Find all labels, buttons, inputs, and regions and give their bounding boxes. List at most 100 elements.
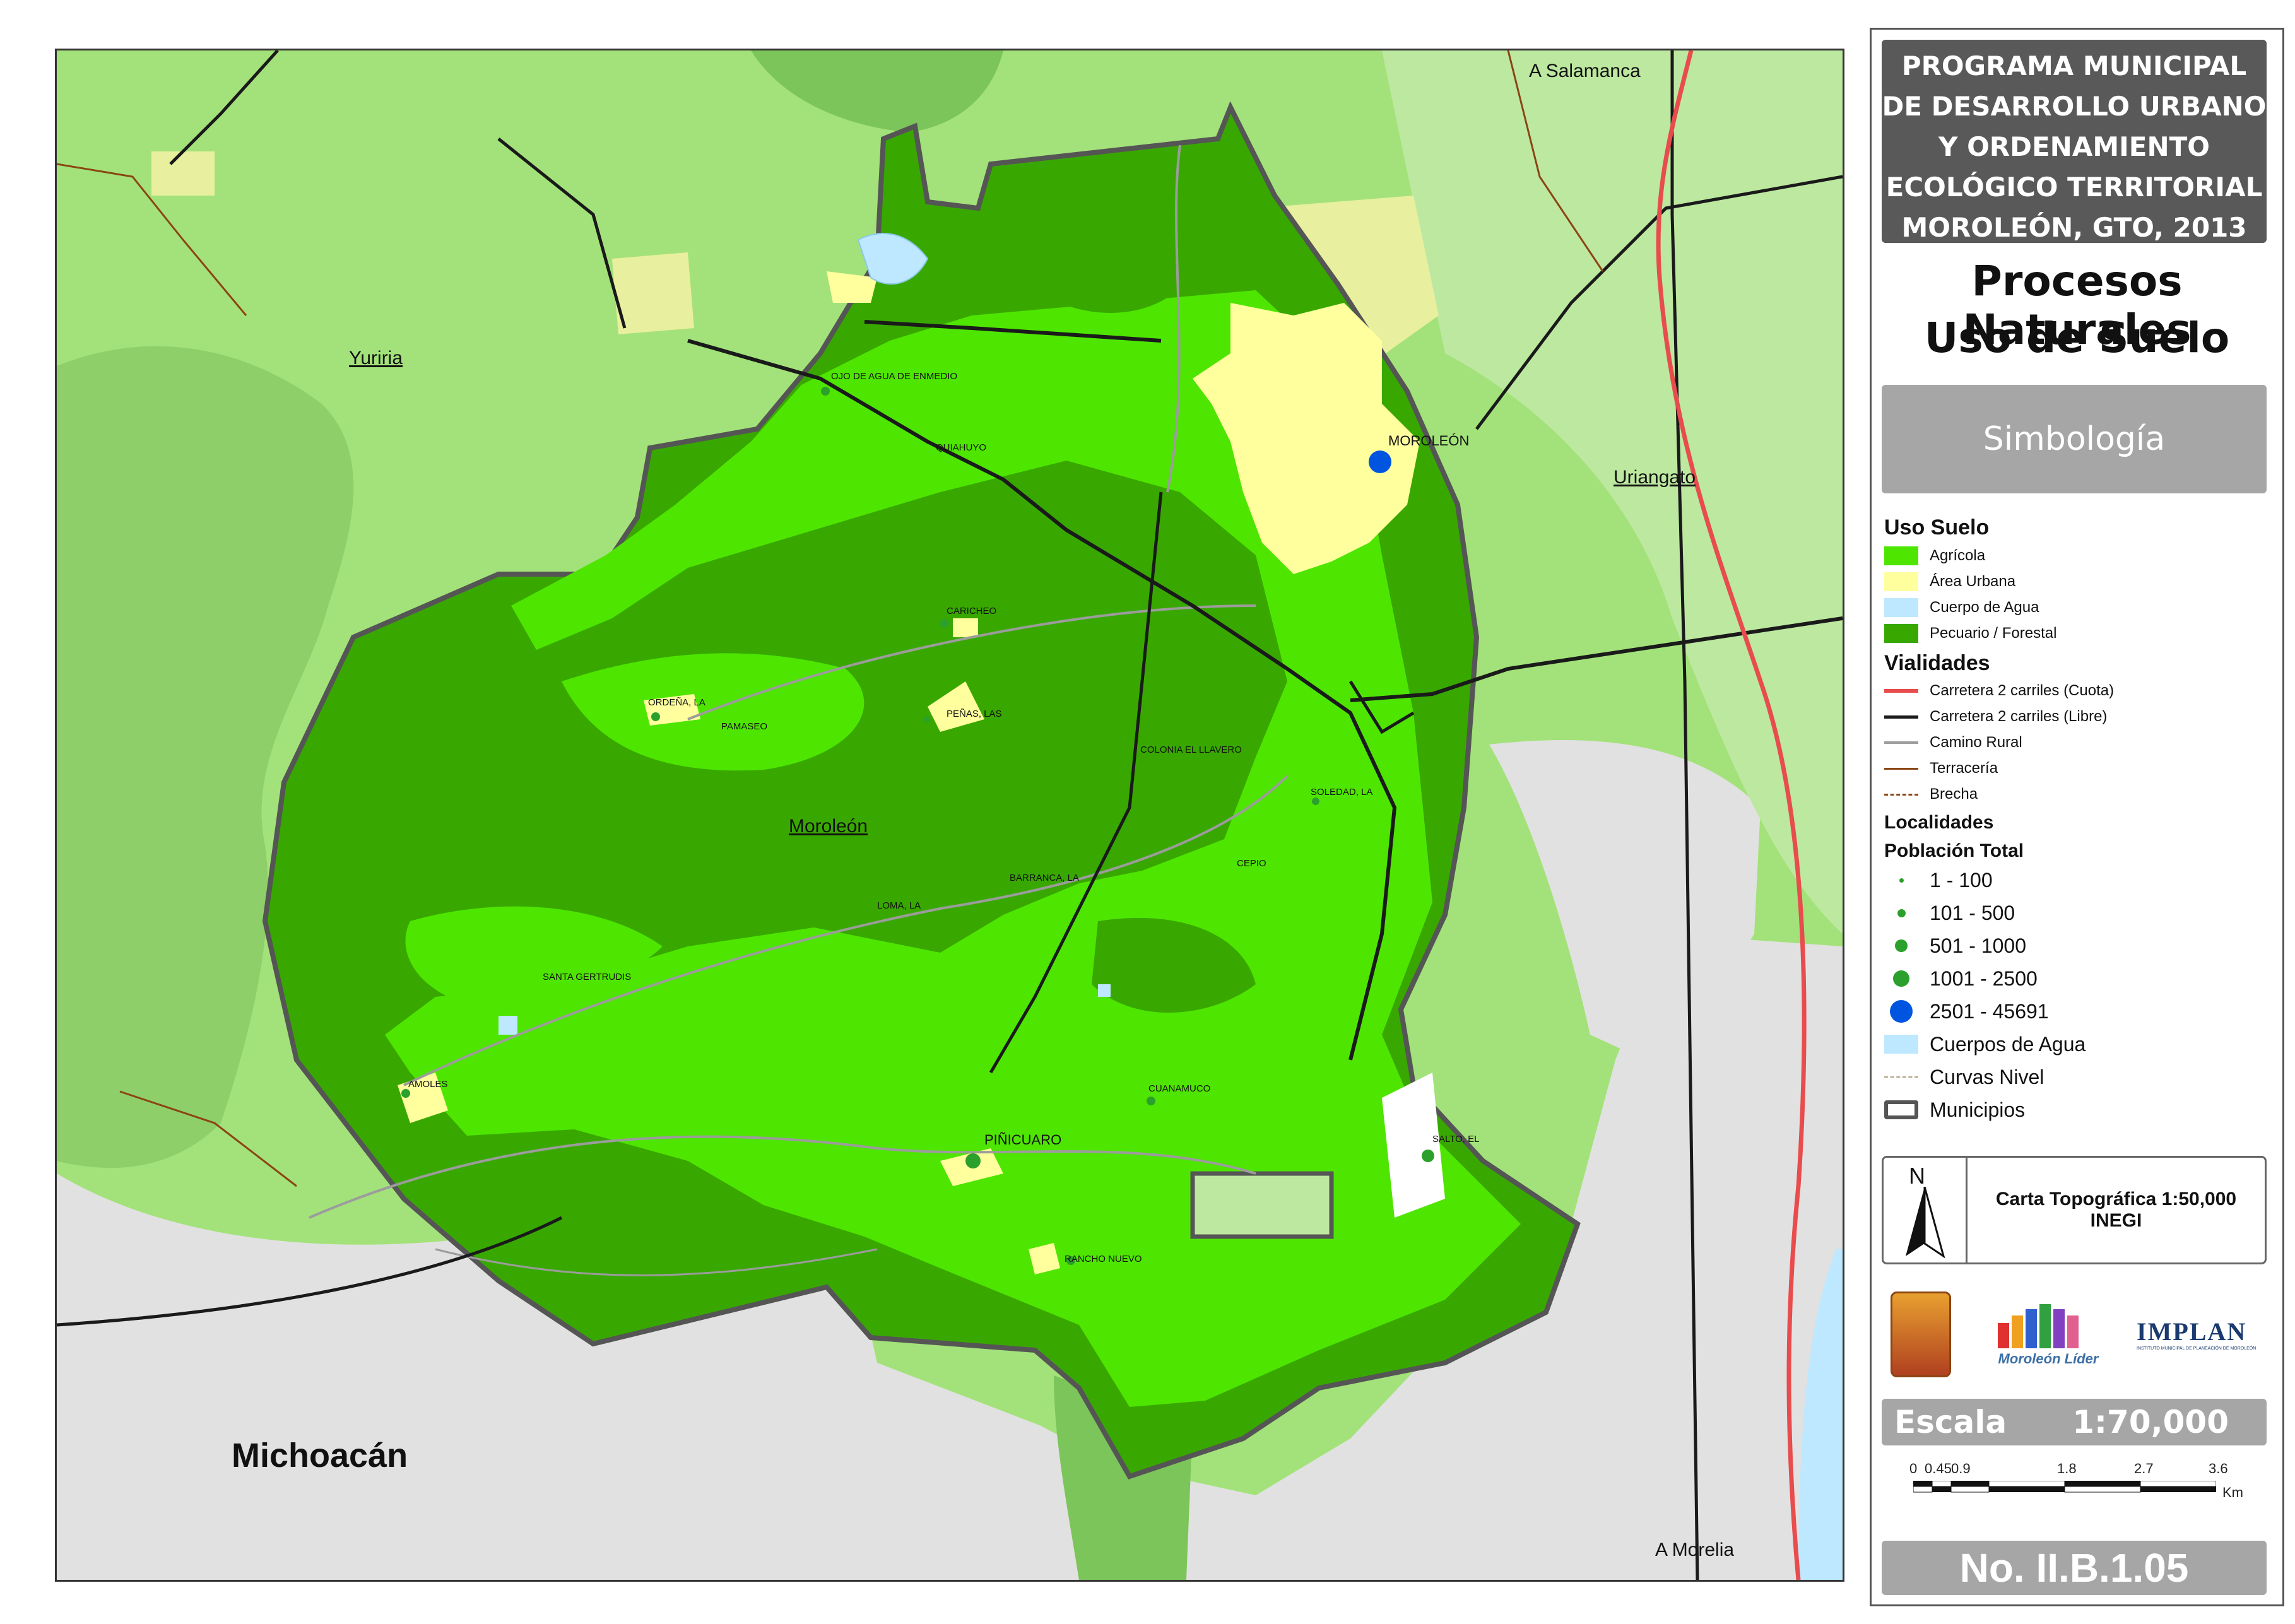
locality-label: SOLEDAD, LA	[1311, 787, 1373, 797]
penas-dot[interactable]	[924, 716, 930, 722]
map-frame[interactable]: Yuriria Uriangato Moroleón Michoacán A S…	[55, 49, 1844, 1582]
legend-panel: PROGRAMA MUNICIPAL DE DESARROLLO URBANO …	[1870, 28, 2284, 1606]
moroleon-lider-graphic-icon	[1998, 1304, 2079, 1348]
scale-tick: 3.6	[2209, 1461, 2228, 1476]
legend-item-pop-3: 501 - 1000	[1884, 933, 2026, 958]
salto-dot[interactable]	[1422, 1150, 1434, 1162]
pop-dot	[1899, 878, 1904, 883]
moroleon-lider-text: Moroleón Líder	[1998, 1351, 2099, 1367]
ojo-agua-dot[interactable]	[821, 387, 830, 396]
moroleon-locality-dot[interactable]	[1369, 450, 1391, 473]
legend-item-curvas: Curvas Nivel	[1884, 1064, 2044, 1090]
line-swatch	[1884, 741, 1918, 744]
escala-label: Escala	[1894, 1404, 2007, 1440]
locality-label: CARICHEO	[947, 606, 997, 616]
locality-label: COLONIA EL LLAVERO	[1140, 744, 1242, 755]
scale-tick: 0	[1909, 1461, 1918, 1476]
locality-label: QUIAHUYO	[936, 442, 987, 453]
map-canvas[interactable]	[57, 50, 1843, 1580]
locality-label: CUANAMUCO	[1148, 1083, 1211, 1094]
locality-label: RANCHO NUEVO	[1065, 1254, 1142, 1264]
locality-label: ORDEÑA, LA	[648, 697, 705, 708]
locality-label: AMOLES	[408, 1079, 448, 1090]
north-arrow-icon	[1906, 1187, 1945, 1259]
scale-bar-graphic	[1913, 1481, 2216, 1493]
label-a-morelia: A Morelia	[1655, 1539, 1735, 1560]
locality-label: MOROLEÓN	[1388, 433, 1470, 449]
simbologia-header: Simbología	[1882, 385, 2267, 493]
map-subtitle-2: Uso de Suelo	[1924, 314, 2230, 362]
cuanamuco-dot[interactable]	[1147, 1097, 1155, 1105]
legend-item-terraceria: Terracería	[1884, 756, 1998, 781]
locality-label: BARRANCA, LA	[1010, 873, 1080, 883]
swatch	[1884, 572, 1918, 591]
legend-item-urbana: Área Urbana	[1884, 569, 2015, 594]
legend-item-cuota: Carretera 2 carriles (Cuota)	[1884, 678, 2114, 703]
program-title-line: MOROLEÓN, GTO, 2013	[1901, 212, 2247, 243]
escala-value: 1:70,000	[2072, 1404, 2229, 1440]
rural-urban-patch	[151, 151, 215, 196]
pinicuaro-dot[interactable]	[965, 1153, 981, 1168]
ordena-dot[interactable]	[651, 712, 660, 721]
swatch	[1884, 624, 1918, 643]
carta-box: N Carta Topográfica 1:50,000 INEGI	[1882, 1156, 2267, 1264]
moroleon-lider-logo: Moroleón Líder	[1985, 1298, 2111, 1374]
scale-tick: 1.8	[2057, 1461, 2077, 1476]
soledad-dot[interactable]	[1312, 797, 1319, 805]
label-michoacan: Michoacán	[232, 1437, 408, 1474]
legend-item-pecuario: Pecuario / Forestal	[1884, 621, 2056, 646]
scale-unit: Km	[2222, 1485, 2243, 1500]
scale-bar	[1913, 1474, 2216, 1500]
pop-dot	[1890, 1000, 1913, 1023]
implan-text: IMPLAN	[2137, 1317, 2247, 1346]
pop-dot	[1897, 909, 1906, 917]
carta-line-2: INEGI	[2090, 1210, 2142, 1231]
caricheo-dot[interactable]	[940, 619, 949, 628]
scale-tick: 0.45	[1925, 1461, 1952, 1476]
line-swatch	[1884, 689, 1918, 693]
legend-item-municipios: Municipios	[1884, 1097, 2025, 1122]
escala-box: Escala 1:70,000	[1882, 1399, 2267, 1445]
legend-item-agua: Cuerpo de Agua	[1884, 595, 2039, 620]
locality-label: SALTO, EL	[1432, 1134, 1480, 1144]
locality-label: PAMASEO	[721, 721, 768, 732]
label-uriangato: Uriangato	[1614, 467, 1696, 488]
pop-dot	[1893, 970, 1909, 987]
legend-item-pop-5: 2501 - 45691	[1884, 999, 2049, 1024]
legend-subheading-poblacion: Población Total	[1884, 840, 2024, 861]
label-moroleon-municipality: Moroleón	[789, 816, 868, 837]
scale-tick: 0.9	[1951, 1461, 1971, 1476]
implan-subtext: INSTITUTO MUNICIPAL DE PLANEACIÓN DE MOR…	[2137, 1346, 2257, 1351]
legend-item-rural: Camino Rural	[1884, 730, 2022, 755]
plate-number: No. II.B.1.05	[1882, 1541, 2267, 1595]
locality-label: SANTA GERTRUDIS	[543, 972, 632, 982]
pop-dot	[1895, 939, 1908, 952]
legend-item-agricola: Agrícola	[1884, 543, 1985, 568]
swatch	[1884, 1100, 1918, 1119]
swatch	[1884, 1035, 1918, 1054]
legend-heading-uso-suelo: Uso Suelo	[1884, 515, 1990, 539]
program-title-line: Y ORDENAMIENTO	[1938, 131, 2210, 162]
north-label: N	[1909, 1163, 1925, 1189]
legend-item-libre: Carretera 2 carriles (Libre)	[1884, 704, 2107, 729]
legend-item-pop-2: 101 - 500	[1884, 900, 2015, 926]
locality-label: PEÑAS, LAS	[947, 709, 1002, 719]
program-title-line: ECOLÓGICO TERRITORIAL	[1885, 172, 2263, 203]
coat-of-arms-logo	[1891, 1292, 1951, 1377]
swatch	[1884, 598, 1918, 617]
carta-text: Carta Topográfica 1:50,000 INEGI	[1966, 1158, 2265, 1262]
locality-label: OJO DE AGUA DE ENMEDIO	[831, 371, 958, 382]
carta-line-1: Carta Topográfica 1:50,000	[1995, 1189, 2237, 1209]
line-swatch	[1884, 767, 1918, 770]
legend-item-cuerpos-agua: Cuerpos de Agua	[1884, 1032, 2086, 1057]
line-swatch	[1884, 1076, 1918, 1078]
locality-label: LOMA, LA	[877, 900, 921, 911]
program-title-box: PROGRAMA MUNICIPAL DE DESARROLLO URBANO …	[1882, 40, 2267, 243]
legend-item-brecha: Brecha	[1884, 782, 1978, 807]
legend-heading-vialidades: Vialidades	[1884, 651, 1990, 675]
bordo-cuanamuco	[1098, 984, 1111, 997]
enclave-area	[1190, 1171, 1334, 1239]
amoles-dot[interactable]	[401, 1089, 410, 1098]
line-swatch	[1884, 715, 1918, 719]
label-yuriria: Yuriria	[349, 348, 403, 368]
